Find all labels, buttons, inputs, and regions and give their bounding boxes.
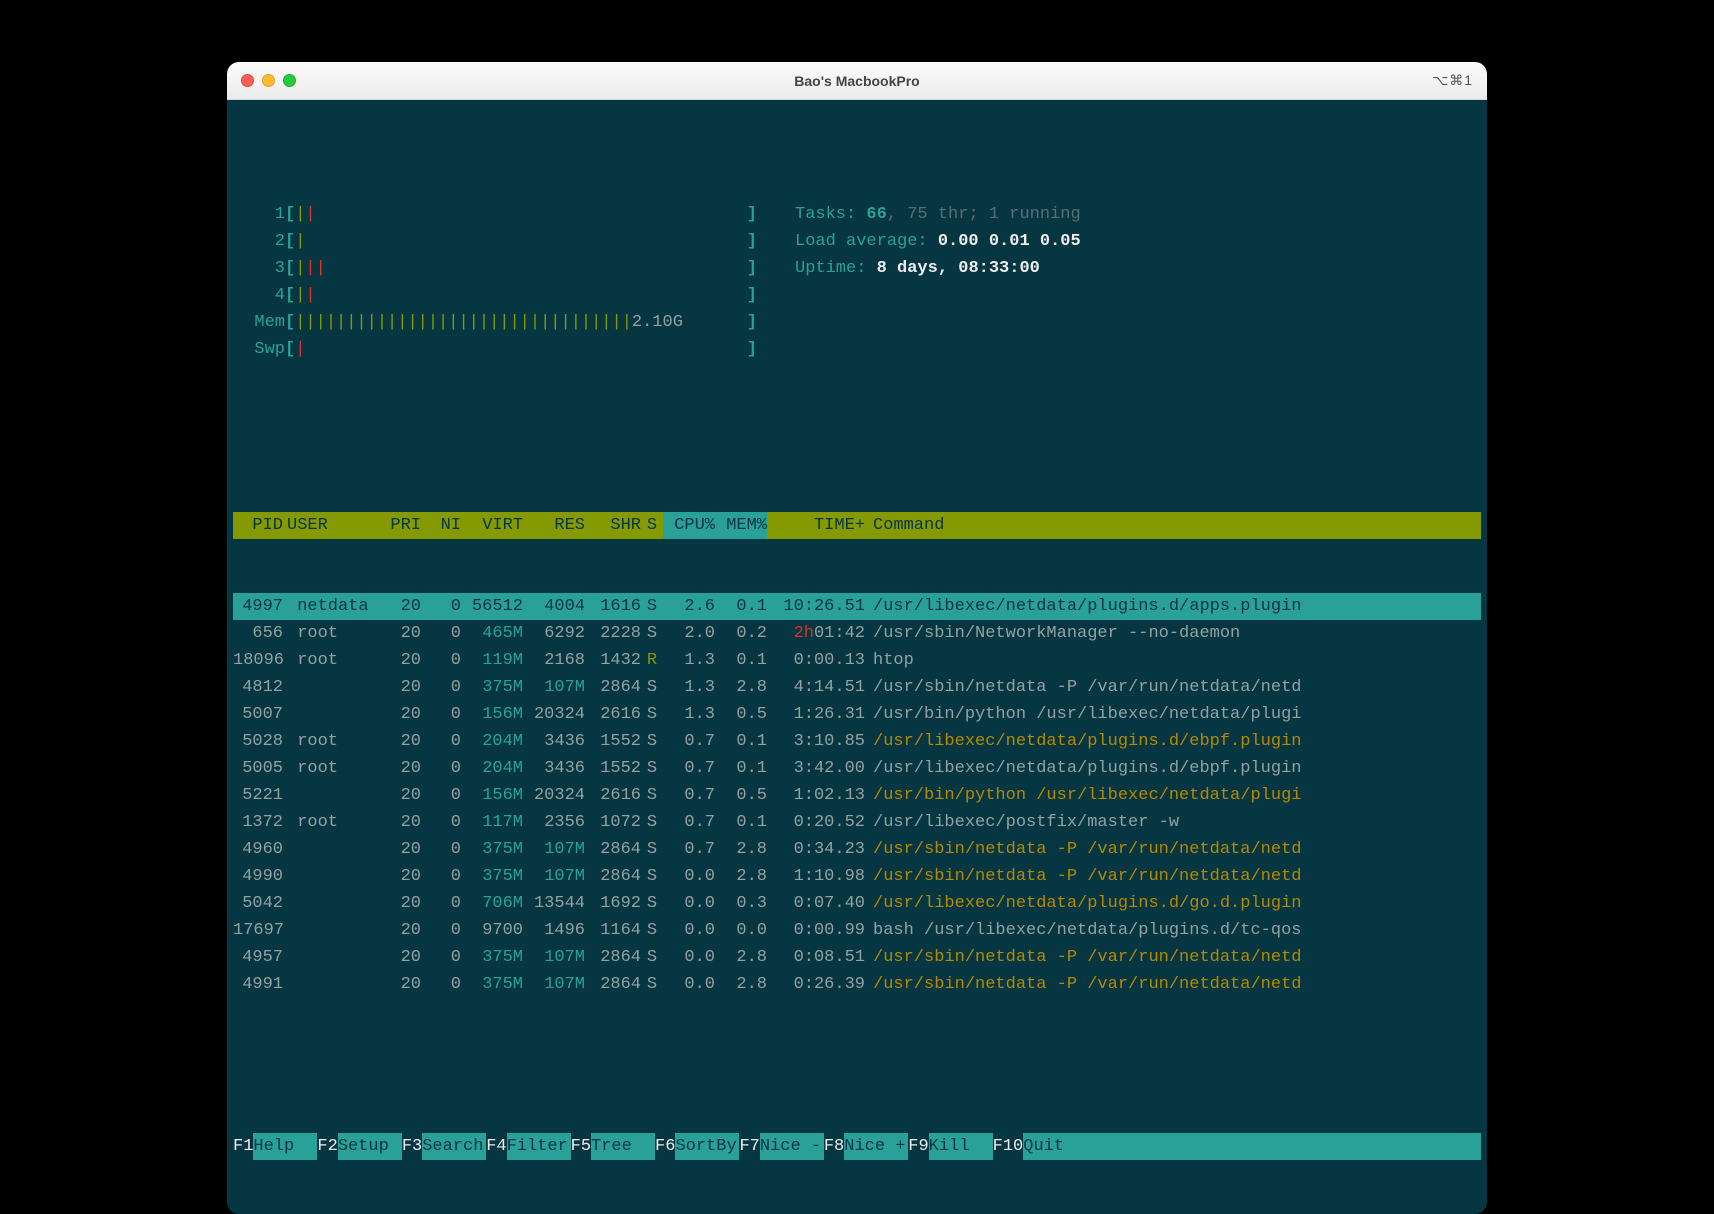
cpu-meter: 4[||] [243,282,1481,309]
fkey-label[interactable]: Tree [591,1133,655,1160]
table-row[interactable]: 18096 root200119M21681432R1.30.10:00.13h… [233,647,1481,674]
col-cpu[interactable]: CPU% [663,512,715,539]
swap-meter: Swp[|] [243,336,1481,363]
col-cmd[interactable]: Command [865,512,1481,539]
table-row[interactable]: 4990 200375M107M2864S0.02.81:10.98/usr/s… [233,863,1481,890]
table-row[interactable]: 5221 200156M203242616S0.70.51:02.13/usr/… [233,782,1481,809]
status-line: Tasks: 66, 75 thr; 1 running [757,201,1081,228]
col-mem[interactable]: MEM% [715,512,767,539]
col-virt[interactable]: VIRT [461,512,523,539]
fkey-key[interactable]: F2 [317,1133,337,1160]
fkey-label[interactable]: Nice + [844,1133,908,1160]
cpu-meter: 1[||]Tasks: 66, 75 thr; 1 running [243,201,1481,228]
fkey-key[interactable]: F4 [486,1133,506,1160]
table-row[interactable]: 656 root200465M62922228S2.00.22h01:42/us… [233,620,1481,647]
fkey-label[interactable]: Search [422,1133,486,1160]
window-title: Bao's MacbookPro [227,73,1487,89]
table-row[interactable]: 5007 200156M203242616S1.30.51:26.31/usr/… [233,701,1481,728]
col-s[interactable]: S [641,512,663,539]
col-res[interactable]: RES [523,512,585,539]
cpu-meter: 2[|]Load average: 0.00 0.01 0.05 [243,228,1481,255]
terminal-body[interactable]: 1[||]Tasks: 66, 75 thr; 1 running2[|]Loa… [227,100,1487,1214]
fkey-key[interactable]: F9 [908,1133,928,1160]
process-table: PID USER PRI NI VIRT RES SHR S CPU% MEM%… [233,458,1481,1052]
fkey-label[interactable]: Nice - [760,1133,824,1160]
terminal-window: Bao's MacbookPro ⌥⌘1 1[||]Tasks: 66, 75 … [227,62,1487,1214]
fkey-label[interactable]: SortBy [675,1133,739,1160]
fkey-key[interactable]: F6 [655,1133,675,1160]
titlebar: Bao's MacbookPro ⌥⌘1 [227,62,1487,100]
fkey-label[interactable]: Filter [507,1133,571,1160]
fkey-key[interactable]: F8 [824,1133,844,1160]
table-row[interactable]: 4960 200375M107M2864S0.72.80:34.23/usr/s… [233,836,1481,863]
table-row[interactable]: 4991 200375M107M2864S0.02.80:26.39/usr/s… [233,971,1481,998]
table-header[interactable]: PID USER PRI NI VIRT RES SHR S CPU% MEM%… [233,512,1481,539]
col-time[interactable]: TIME+ [767,512,865,539]
table-row[interactable]: 4957 200375M107M2864S0.02.80:08.51/usr/s… [233,944,1481,971]
table-row[interactable]: 4812 200375M107M2864S1.32.84:14.51/usr/s… [233,674,1481,701]
table-row[interactable]: 1372 root200117M23561072S0.70.10:20.52/u… [233,809,1481,836]
fkey-label[interactable]: Help [253,1133,317,1160]
status-line: Load average: 0.00 0.01 0.05 [757,228,1081,255]
status-line: Uptime: 8 days, 08:33:00 [757,255,1040,282]
fkey-key[interactable]: F1 [233,1133,253,1160]
fkey-key[interactable]: F10 [993,1133,1024,1160]
table-row[interactable]: 17697 200970014961164S0.00.00:00.99bash … [233,917,1481,944]
col-shr[interactable]: SHR [585,512,641,539]
table-row[interactable]: 5028 root200204M34361552S0.70.13:10.85/u… [233,728,1481,755]
col-ni[interactable]: NI [421,512,461,539]
table-row[interactable]: 5042 200706M135441692S0.00.30:07.40/usr/… [233,890,1481,917]
meters-panel: 1[||]Tasks: 66, 75 thr; 1 running2[|]Loa… [233,201,1481,363]
cpu-meter: 3[|||]Uptime: 8 days, 08:33:00 [243,255,1481,282]
col-user[interactable]: USER [287,512,373,539]
table-row[interactable]: 5005 root200204M34361552S0.70.13:42.00/u… [233,755,1481,782]
fkey-label[interactable]: Kill [929,1133,993,1160]
mem-meter: Mem[|||||||||||||||||||||||||||||||||2.1… [243,309,1481,336]
fkey-label[interactable]: Setup [338,1133,402,1160]
col-pid[interactable]: PID [233,512,287,539]
fkey-key[interactable]: F3 [402,1133,422,1160]
table-row[interactable]: 4997 netdata2005651240041616S2.60.110:26… [233,593,1481,620]
fkey-key[interactable]: F5 [571,1133,591,1160]
col-pri[interactable]: PRI [373,512,421,539]
status-line [757,282,795,309]
fkey-key[interactable]: F7 [739,1133,759,1160]
fkey-label[interactable]: Quit [1023,1133,1481,1160]
function-key-bar: F1Help F2Setup F3SearchF4FilterF5Tree F6… [233,1133,1481,1160]
